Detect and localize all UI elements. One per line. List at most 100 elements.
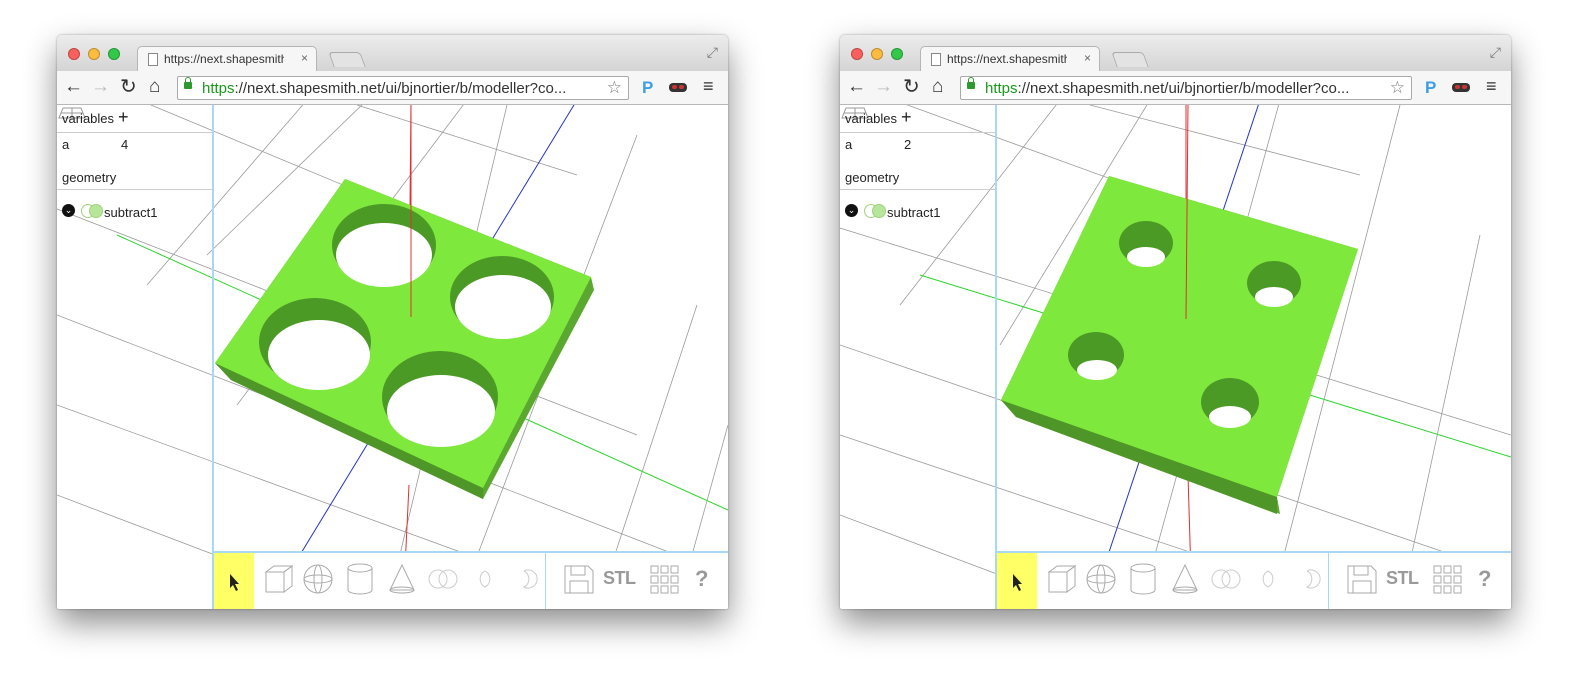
page-icon (931, 53, 941, 66)
incognito-mask-icon[interactable] (669, 83, 687, 92)
cylinder-tool-button[interactable] (1123, 553, 1163, 609)
tab-title: https://next.shapesmith.n (947, 52, 1067, 66)
reload-icon[interactable]: ↻ (903, 77, 920, 97)
cube-icon (1047, 565, 1077, 593)
divider (57, 132, 212, 133)
browser-tab[interactable]: https://next.shapesmith.n × (920, 46, 1100, 71)
cube-tool-button[interactable] (258, 553, 298, 609)
fullscreen-icon[interactable]: ⤢ (707, 44, 718, 61)
stl-export-button[interactable]: STL (603, 568, 636, 589)
save-button[interactable] (558, 553, 598, 609)
tree-sidebar: variables + a 2 geometry ⌄ subtract1 (840, 105, 997, 609)
divider (840, 189, 995, 190)
tab-close-icon[interactable]: × (1084, 51, 1091, 65)
url-path: ://next.shapesmith.net/ui/bjnortier/b/mo… (234, 80, 567, 97)
subtract-icon (1305, 569, 1321, 589)
geometry-node-label[interactable]: subtract1 (887, 205, 940, 220)
forward-arrow-icon[interactable]: → (874, 77, 893, 97)
maximize-window-button[interactable] (891, 48, 903, 60)
close-window-button[interactable] (68, 48, 80, 60)
browser-tab[interactable]: https://next.shapesmith.n × (137, 46, 317, 71)
minimize-window-button[interactable] (88, 48, 100, 60)
tools-bar: STL ? (214, 551, 728, 609)
select-tool-button[interactable] (214, 553, 254, 609)
save-button[interactable] (1341, 553, 1381, 609)
sphere-tool-button[interactable] (1081, 553, 1121, 609)
new-tab-button[interactable] (328, 52, 366, 67)
menu-icon[interactable]: ≡ (703, 76, 714, 97)
bookmark-star-icon[interactable]: ☆ (607, 78, 622, 98)
menu-icon[interactable]: ≡ (1486, 76, 1497, 97)
expand-chevron-icon[interactable]: ⌄ (845, 204, 858, 217)
address-bar[interactable]: https://next.shapesmith.net/ui/bjnortier… (960, 76, 1412, 100)
union-tool-button[interactable] (422, 553, 462, 609)
sphere-icon (1086, 564, 1116, 594)
union-tool-button[interactable] (1205, 553, 1245, 609)
lock-icon (967, 77, 975, 89)
variable-name[interactable]: a (845, 137, 852, 152)
sphere-tool-button[interactable] (298, 553, 338, 609)
variable-name[interactable]: a (62, 137, 69, 152)
incognito-mask-icon[interactable] (1452, 83, 1470, 92)
cube-tool-button[interactable] (1041, 553, 1081, 609)
help-button[interactable]: ? (1478, 566, 1491, 592)
bookmark-star-icon[interactable]: ☆ (1390, 78, 1405, 98)
minimize-window-button[interactable] (871, 48, 883, 60)
grid-icon (1433, 565, 1462, 594)
cone-tool-button[interactable] (1165, 553, 1205, 609)
intersect-icon (1262, 570, 1274, 588)
variable-value[interactable]: 4 (121, 137, 128, 152)
expand-chevron-icon[interactable]: ⌄ (62, 204, 75, 217)
subtract-icon (522, 569, 538, 589)
add-variable-button[interactable]: + (118, 107, 129, 128)
intersect-tool-button[interactable] (464, 553, 504, 609)
stl-export-button[interactable]: STL (1386, 568, 1419, 589)
toolbar-separator (1328, 553, 1329, 609)
browser-toolbar: ← → ↻ ⌂ https://next.shapesmith.net/ui/b… (840, 71, 1511, 105)
url-scheme: https (985, 80, 1018, 97)
cylinder-icon (347, 563, 373, 595)
intersect-tool-button[interactable] (1247, 553, 1287, 609)
forward-arrow-icon[interactable]: → (91, 77, 110, 97)
cone-icon (389, 563, 415, 594)
cone-icon (1172, 563, 1198, 594)
home-icon[interactable]: ⌂ (149, 77, 160, 97)
grid-icon (650, 565, 679, 594)
grid-settings-button[interactable] (644, 553, 684, 609)
tab-close-icon[interactable]: × (301, 51, 308, 65)
union-icon (1211, 569, 1241, 589)
fullscreen-icon[interactable]: ⤢ (1490, 44, 1501, 61)
help-button[interactable]: ? (695, 566, 708, 592)
extension-p-icon[interactable]: P (642, 78, 653, 98)
url-text[interactable]: https://next.shapesmith.net/ui/bjnortier… (202, 80, 598, 97)
grid-settings-button[interactable] (1427, 553, 1467, 609)
union-icon (428, 569, 458, 589)
back-arrow-icon[interactable]: ← (847, 77, 866, 97)
home-icon[interactable]: ⌂ (932, 77, 943, 97)
browser-window-1: https://next.shapesmith.n × ⤢ ← → ↻ ⌂ ht… (57, 35, 728, 609)
reload-icon[interactable]: ↻ (120, 77, 137, 97)
cylinder-tool-button[interactable] (340, 553, 380, 609)
lock-icon (184, 77, 192, 89)
cylinder-icon (1130, 563, 1156, 595)
add-variable-button[interactable]: + (901, 107, 912, 128)
cone-tool-button[interactable] (382, 553, 422, 609)
geometry-node-label[interactable]: subtract1 (104, 205, 157, 220)
close-window-button[interactable] (851, 48, 863, 60)
tools-bar: STL ? (997, 551, 1511, 609)
variables-heading: variables (845, 111, 898, 126)
url-path: ://next.shapesmith.net/ui/bjnortier/b/mo… (1017, 80, 1350, 97)
maximize-window-button[interactable] (108, 48, 120, 60)
select-tool-button[interactable] (997, 553, 1037, 609)
new-tab-button[interactable] (1111, 52, 1149, 67)
pointer-icon (230, 574, 239, 591)
extension-p-icon[interactable]: P (1425, 78, 1436, 98)
subtract-tool-button[interactable] (1289, 553, 1329, 609)
variable-value[interactable]: 2 (904, 137, 911, 152)
geometry-heading: geometry (62, 170, 117, 185)
address-bar[interactable]: https://next.shapesmith.net/ui/bjnortier… (177, 76, 629, 100)
url-text[interactable]: https://next.shapesmith.net/ui/bjnortier… (985, 80, 1381, 97)
floppy-save-icon (564, 565, 594, 594)
subtract-tool-button[interactable] (506, 553, 546, 609)
back-arrow-icon[interactable]: ← (64, 77, 83, 97)
